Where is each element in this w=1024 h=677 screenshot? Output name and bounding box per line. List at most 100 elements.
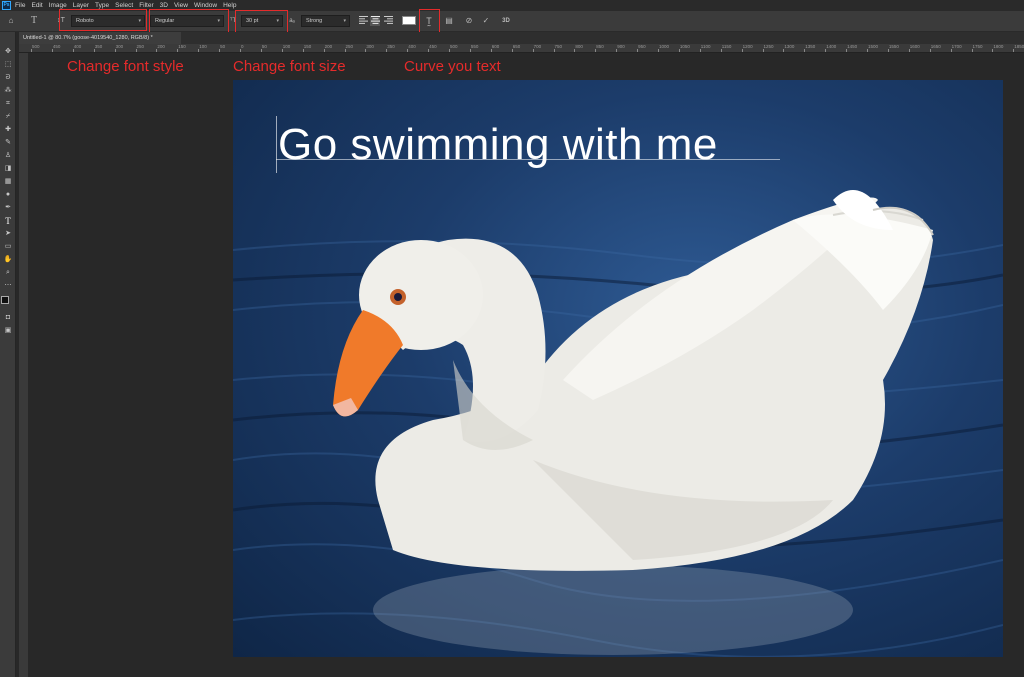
ruler-tick-label: 1550 (888, 44, 899, 49)
highlight-warp-text (419, 9, 440, 33)
ruler-tick-mark (678, 49, 680, 52)
gradient-tool-icon[interactable]: ▦ (3, 177, 13, 187)
cancel-icon[interactable]: ⊘ (464, 16, 474, 26)
document-canvas[interactable]: Go swimming with me (233, 80, 1003, 657)
ruler-tick-label: 1700 (951, 44, 962, 49)
ruler-tick-mark (135, 49, 137, 52)
ruler-tick-label: 250 (345, 44, 354, 49)
ruler-tick-label: 50 (220, 44, 226, 49)
menu-window[interactable]: Window (194, 2, 217, 9)
menu-layer[interactable]: Layer (73, 2, 89, 9)
brush-tool-icon[interactable]: ✎ (3, 138, 13, 148)
rectangle-tool-icon[interactable]: ▭ (3, 242, 13, 252)
pen-tool-icon[interactable]: ✒ (3, 203, 13, 213)
ruler-tick-mark (386, 49, 388, 52)
menu-help[interactable]: Help (223, 2, 236, 9)
ruler-tick-label: 0 (241, 44, 244, 49)
ruler-tick-label: 650 (512, 44, 521, 49)
ruler-tick-label: 350 (94, 44, 103, 49)
menu-view[interactable]: View (174, 2, 188, 9)
move-tool-icon[interactable]: ✥ (3, 47, 13, 57)
menu-image[interactable]: Image (49, 2, 67, 9)
ruler-tick-label: 950 (638, 44, 646, 49)
align-left-icon[interactable] (358, 16, 368, 26)
align-right-icon[interactable] (383, 16, 393, 26)
ruler-tick-mark (574, 49, 576, 52)
ruler-tick-label: 500 (32, 44, 40, 49)
character-panel-icon[interactable]: ▤ (444, 16, 454, 26)
lasso-tool-icon[interactable]: ᘐ (3, 73, 13, 83)
ruler-tick-mark (240, 49, 241, 52)
3d-icon[interactable]: 3D (501, 16, 511, 26)
ruler-tick-label: 800 (575, 44, 583, 49)
home-icon[interactable]: ⌂ (6, 16, 16, 26)
type-tool-icon[interactable]: T (3, 216, 13, 226)
commit-check-icon[interactable]: ✓ (481, 16, 491, 26)
ruler-tick-label: 1200 (742, 44, 753, 49)
ruler-tick-label: 300 (115, 44, 124, 49)
foreground-color-swatch[interactable] (1, 296, 9, 304)
annotation-curve-text: Curve you text (404, 58, 501, 75)
ruler-tick-label: 250 (136, 44, 145, 49)
clone-stamp-tool-icon[interactable]: ♙ (3, 151, 13, 161)
eyedropper-tool-icon[interactable]: ⌿ (3, 112, 13, 122)
ruler-tick-label: 1150 (721, 44, 732, 49)
ruler-tick-mark (929, 49, 931, 52)
ruler-tick-mark (867, 49, 868, 52)
ruler-tick-mark (407, 49, 409, 52)
align-center-icon[interactable] (370, 16, 380, 26)
ruler-tick-mark (699, 49, 701, 52)
annotation-font-style: Change font style (67, 58, 184, 75)
path-selection-tool-icon[interactable]: ➤ (3, 229, 13, 239)
magic-wand-tool-icon[interactable]: ⁂ (3, 86, 13, 96)
marquee-tool-icon[interactable]: ⬚ (3, 60, 13, 70)
ruler-tick-label: 50 (261, 44, 267, 49)
ruler-tick-mark (616, 49, 618, 52)
ruler-tick-mark (1013, 49, 1015, 52)
menu-3d[interactable]: 3D (160, 2, 168, 9)
ruler-tick-mark (449, 49, 450, 52)
ruler-tick-mark (490, 49, 492, 52)
ruler-tick-label: 1500 (868, 44, 879, 49)
screen-mode-icon[interactable]: ▣ (3, 326, 13, 336)
ruler-tick-label: 350 (387, 44, 395, 49)
hand-tool-icon[interactable]: ✋ (3, 255, 13, 265)
menu-edit[interactable]: Edit (31, 2, 42, 9)
ruler-tick-label: 400 (73, 44, 82, 49)
text-cursor (276, 116, 277, 173)
healing-brush-tool-icon[interactable]: ✚ (3, 125, 13, 135)
text-baseline (276, 159, 780, 160)
antialias-dropdown[interactable]: Strong ▾ (301, 15, 350, 27)
eraser-tool-icon[interactable]: ◨ (3, 164, 13, 174)
headline-text-layer[interactable]: Go swimming with me (278, 120, 718, 170)
zoom-tool-icon[interactable]: ⌕ (3, 268, 13, 278)
ruler-tick-mark (804, 49, 806, 52)
ruler-tick-mark (762, 49, 764, 52)
menu-type[interactable]: Type (95, 2, 109, 9)
ruler-tick-label: 100 (282, 44, 291, 49)
ruler-tick-label: 1250 (763, 44, 774, 49)
ruler-tick-label: 450 (429, 44, 437, 49)
ruler-tick-mark (365, 49, 367, 52)
document-tab-title: Untitled-1 @ 80.7% (goose-4019540_1280, … (23, 35, 153, 41)
ruler-tick-label: 1600 (909, 44, 920, 49)
text-color-swatch[interactable] (402, 16, 416, 25)
ruler-tick-label: 150 (178, 44, 186, 49)
ruler-tick-label: 1400 (826, 44, 837, 49)
quick-mask-icon[interactable]: ◘ (3, 313, 13, 323)
ruler-tick-label: 600 (491, 44, 500, 49)
type-tool-icon[interactable]: T (29, 16, 39, 26)
ruler-tick-label: 1100 (700, 44, 711, 49)
ruler-tick-label: 200 (157, 44, 165, 49)
more-tools-icon[interactable]: ⋯ (3, 281, 13, 291)
ruler-tick-label: 1050 (679, 44, 690, 49)
menu-select[interactable]: Select (115, 2, 133, 9)
crop-tool-icon[interactable]: ⌗ (3, 99, 13, 109)
ruler-tick-label: 700 (533, 44, 542, 49)
ruler-tick-label: 850 (596, 44, 604, 49)
menu-file[interactable]: File (15, 2, 25, 9)
menu-filter[interactable]: Filter (139, 2, 153, 9)
dodge-tool-icon[interactable]: ● (3, 190, 13, 200)
document-tab[interactable]: Untitled-1 @ 80.7% (goose-4019540_1280, … (19, 32, 181, 44)
ruler-tick-label: 200 (324, 44, 333, 49)
